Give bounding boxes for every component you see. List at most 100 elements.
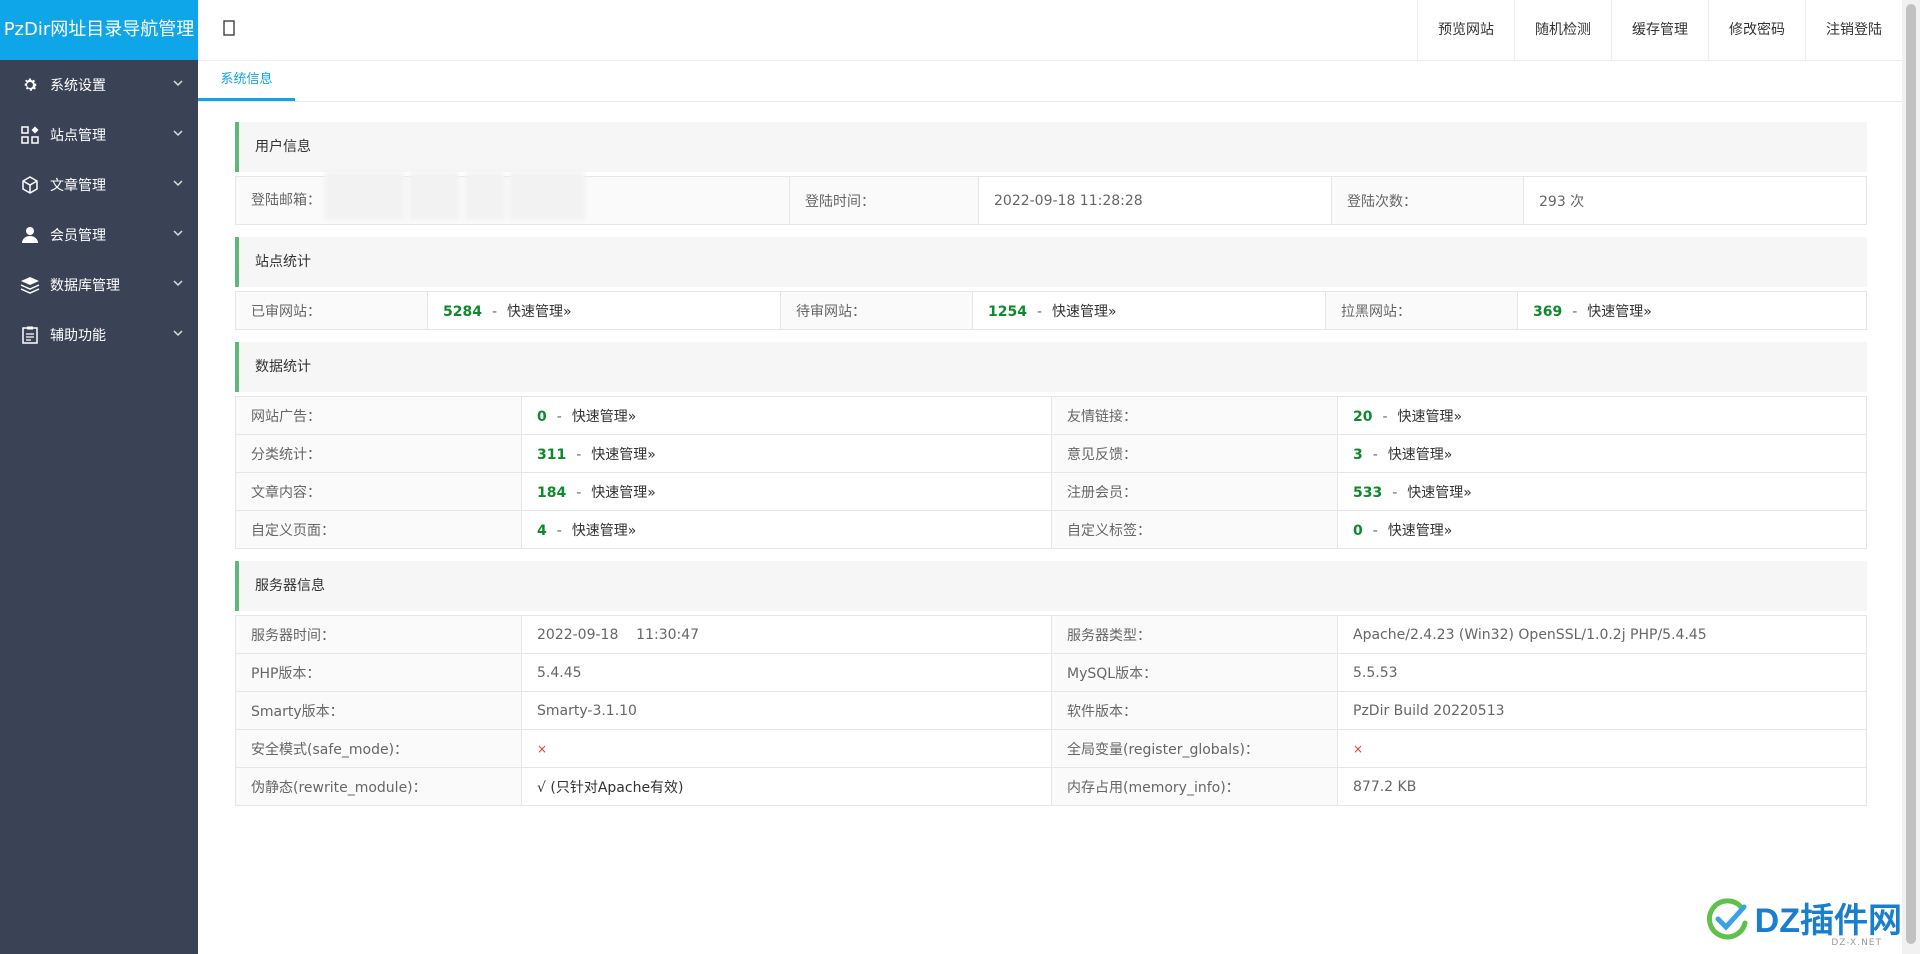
quick-manage-link[interactable]: 快速管理»	[1407, 485, 1472, 501]
watermark-subtext: DZ-X.NET	[1831, 938, 1882, 948]
quick-manage-link[interactable]: 快速管理»	[572, 409, 637, 425]
server-label: 软件版本：	[1051, 691, 1338, 730]
table-row: 服务器时间： 2022-09-18 11:30:47 服务器类型： Apache…	[235, 615, 1867, 654]
stat-value: 533	[1353, 484, 1383, 501]
blacklist-label: 拉黑网站：	[1325, 291, 1518, 330]
table-row: 网站广告： 0- 快速管理» 友情链接： 20- 快速管理»	[235, 396, 1867, 435]
stat-cell: 0- 快速管理»	[1337, 510, 1867, 549]
section-title: 服务器信息	[235, 561, 1867, 611]
sidebar-item-member-management[interactable]: 会员管理	[0, 210, 198, 260]
tab-system-info[interactable]: 系统信息	[198, 61, 295, 101]
user-icon	[20, 225, 40, 245]
gear-icon	[20, 75, 40, 95]
stat-value: 0	[1353, 522, 1363, 539]
stat-label: 文章内容：	[235, 472, 522, 511]
chevron-down-icon	[172, 177, 184, 193]
quick-manage-link[interactable]: 快速管理»	[591, 485, 656, 501]
random-check-link[interactable]: 随机检测	[1514, 0, 1611, 60]
preview-site-link[interactable]: 预览网站	[1417, 0, 1514, 60]
stat-label: 意见反馈：	[1051, 434, 1338, 473]
server-value: Smarty-3.1.10	[521, 691, 1052, 730]
site-stats-section: 站点统计 已审网站： 5284- 快速管理» 待审网站： 1254- 快速管理» 拉…	[235, 237, 1867, 330]
server-label: 全局变量(register_globals)：	[1051, 729, 1338, 768]
main-content: 用户信息 登陆邮箱： 登陆时间： 2022-09-18 11:28:28 登陆次…	[235, 122, 1867, 818]
cache-management-link[interactable]: 缓存管理	[1611, 0, 1708, 60]
pending-quick-manage-link[interactable]: 快速管理»	[1052, 304, 1117, 320]
site-stats-table: 已审网站： 5284- 快速管理» 待审网站： 1254- 快速管理» 拉黑网站： …	[235, 291, 1867, 330]
stat-value: 311	[537, 446, 567, 463]
top-bar: 预览网站 随机检测 缓存管理 修改密码 注销登陆	[198, 0, 1902, 61]
chevron-down-icon	[172, 327, 184, 343]
approved-cell: 5284- 快速管理»	[427, 291, 781, 330]
sidebar-item-database-management[interactable]: 数据库管理	[0, 260, 198, 310]
blacklist-quick-manage-link[interactable]: 快速管理»	[1587, 304, 1652, 320]
info-cell: 登陆邮箱：	[235, 172, 790, 225]
section-title: 站点统计	[235, 237, 1867, 287]
section-title: 用户信息	[235, 122, 1867, 172]
quick-manage-link[interactable]: 快速管理»	[1388, 523, 1453, 539]
sidebar-item-label: 文章管理	[50, 178, 106, 194]
sidebar: PzDir网址目录导航管理 系统设置 站点管理 文章管理 会员管理 数据库管理	[0, 0, 198, 954]
watermark-logo: DZ插件网 DZ-X.NET	[1705, 893, 1902, 948]
sidebar-item-label: 系统设置	[50, 78, 106, 94]
server-value: 2022-09-18 11:30:47	[521, 615, 1052, 654]
approved-quick-manage-link[interactable]: 快速管理»	[507, 304, 572, 320]
sidebar-item-auxiliary-functions[interactable]: 辅助功能	[0, 310, 198, 360]
sidebar-item-article-management[interactable]: 文章管理	[0, 160, 198, 210]
separator: -	[1372, 446, 1378, 463]
sidebar-item-label: 辅助功能	[50, 328, 106, 344]
chevron-down-icon	[172, 127, 184, 143]
user-info-section: 用户信息 登陆邮箱： 登陆时间： 2022-09-18 11:28:28 登陆次…	[235, 122, 1867, 225]
table-row: 自定义页面： 4- 快速管理» 自定义标签： 0- 快速管理»	[235, 510, 1867, 549]
pending-cell: 1254- 快速管理»	[972, 291, 1326, 330]
count-label: 登陆次数：	[1331, 176, 1524, 225]
separator: -	[576, 446, 582, 463]
server-label: 服务器时间：	[235, 615, 522, 654]
chevron-down-icon	[172, 227, 184, 243]
quick-manage-link[interactable]: 快速管理»	[591, 447, 656, 463]
separator: -	[491, 303, 498, 320]
stat-cell: 20- 快速管理»	[1337, 396, 1867, 435]
scrollbar-thumb[interactable]	[1906, 4, 1916, 944]
quick-manage-link[interactable]: 快速管理»	[572, 523, 637, 539]
quick-manage-link[interactable]: 快速管理»	[1388, 447, 1453, 463]
change-password-link[interactable]: 修改密码	[1708, 0, 1805, 60]
unsupported-x-icon: ×	[537, 741, 548, 756]
stat-value: 3	[1353, 446, 1363, 463]
brand-title[interactable]: PzDir网址目录导航管理	[0, 0, 198, 60]
stat-cell: 533- 快速管理»	[1337, 472, 1867, 511]
sidebar-item-label: 数据库管理	[50, 278, 120, 294]
table-row: PHP版本： 5.4.45 MySQL版本： 5.5.53	[235, 653, 1867, 692]
logout-link[interactable]: 注销登陆	[1805, 0, 1902, 60]
server-value: ×	[521, 729, 1052, 768]
table-row: Smarty版本： Smarty-3.1.10 软件版本： PzDir Buil…	[235, 691, 1867, 730]
server-label: 伪静态(rewrite_module)：	[235, 767, 522, 806]
sidebar-item-system-settings[interactable]: 系统设置	[0, 60, 198, 110]
chevron-down-icon	[172, 277, 184, 293]
separator: -	[1036, 303, 1043, 320]
sidebar-toggle-icon[interactable]	[223, 18, 235, 38]
stat-label: 友情链接：	[1051, 396, 1338, 435]
stat-value: 20	[1353, 408, 1373, 425]
stat-label: 自定义标签：	[1051, 510, 1338, 549]
server-label: Smarty版本：	[235, 691, 522, 730]
sidebar-item-site-management[interactable]: 站点管理	[0, 110, 198, 160]
checkmark-logo-icon	[1706, 897, 1748, 939]
separator: -	[556, 408, 562, 425]
approved-count: 5284	[443, 303, 482, 320]
quick-manage-link[interactable]: 快速管理»	[1398, 409, 1463, 425]
stat-cell: 4- 快速管理»	[521, 510, 1052, 549]
stat-cell: 311- 快速管理»	[521, 434, 1052, 473]
separator: -	[576, 484, 582, 501]
watermark-text: DZ插件网	[1754, 902, 1902, 940]
scrollbar[interactable]	[1902, 0, 1920, 954]
table-row: 登陆邮箱： 登陆时间： 2022-09-18 11:28:28 登陆次数： 29…	[235, 172, 1867, 225]
blacklist-cell: 369- 快速管理»	[1517, 291, 1867, 330]
approved-label: 已审网站：	[235, 291, 428, 330]
server-info-section: 服务器信息 服务器时间： 2022-09-18 11:30:47 服务器类型： …	[235, 561, 1867, 806]
count-value: 293 次	[1523, 176, 1867, 225]
stat-label: 分类统计：	[235, 434, 522, 473]
time-value: 2022-09-18 11:28:28	[978, 176, 1332, 225]
blacklist-count: 369	[1533, 303, 1563, 320]
stat-value: 184	[537, 484, 567, 501]
